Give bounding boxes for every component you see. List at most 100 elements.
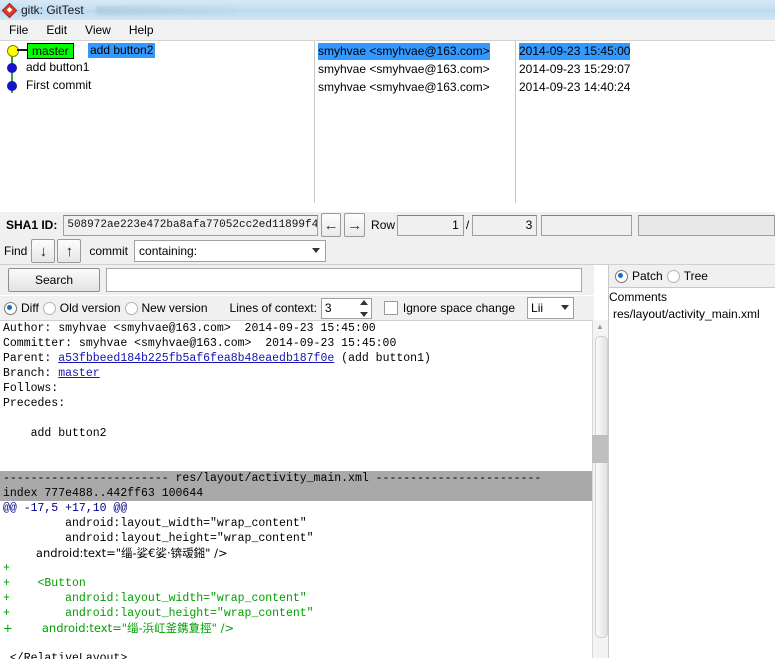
commit-date-2[interactable]: 2014-09-23 14:40:24 [519,79,630,96]
search-input[interactable] [106,268,582,292]
diff-text-view[interactable]: Author: smyhvae <smyhvae@163.com> 2014-0… [0,320,592,659]
radio-new-label: New version [142,301,208,315]
sha1-input[interactable]: 508972ae223e472ba8afa77052cc2ed11899f47b [63,215,318,236]
diff-context-line: android:layout_width="wrap_content" [0,516,592,531]
diff-added-line: + <Button [0,576,592,591]
pane-splitter-handle[interactable] [592,435,608,463]
diff-blank-line [0,636,592,651]
diff-blank-line [0,456,592,471]
chevron-down-icon [561,305,569,310]
search-button[interactable]: Search [8,268,100,292]
arrow-right-icon[interactable]: → [344,213,365,237]
parent-label: Parent: [3,352,58,365]
radio-new-version[interactable]: New version [125,301,208,315]
window-title: gitk: GitTest [21,3,84,17]
commit-message-2[interactable]: First commit [26,78,91,92]
diff-added-line: + android:layout_width="wrap_content" [0,591,592,606]
find-mode-combo[interactable]: containing: [134,240,326,262]
radio-tree[interactable]: Tree [667,269,708,283]
diff-options-row: Diff Old version New version Lines of co… [0,296,594,320]
ignore-space-label: Ignore space change [403,301,515,315]
commit-author-0[interactable]: smyhvae <smyhvae@163.com> [318,43,490,60]
arrow-left-icon[interactable]: ← [321,213,342,237]
diff-branch-line: Branch: master [0,366,592,381]
diff-context-line: android:text="缁-娑€娑·锛叆鎺" /> [0,546,592,561]
graph-node-commit-1 [7,63,17,73]
sha1-label: SHA1 ID: [6,218,57,232]
commit-author-2[interactable]: smyhvae <smyhvae@163.com> [318,79,490,96]
scroll-up-icon[interactable]: ▲ [593,320,607,333]
diff-added-line: + android:text="缁-浜屸釜鎸夐挳" /> [0,621,592,636]
radio-diff-indicator [4,302,17,315]
find-scope-label: commit [89,244,128,258]
sha-extra-field[interactable] [541,215,632,236]
chevron-down-icon [312,248,320,253]
menu-view[interactable]: View [76,22,120,38]
stepper-arrows-icon[interactable] [358,300,370,317]
commit-author-1[interactable]: smyhvae <smyhvae@163.com> [318,61,490,78]
radio-tree-indicator [667,270,680,283]
column-separator-1[interactable] [314,41,315,203]
radio-diff[interactable]: Diff [4,301,39,315]
commit-author-column[interactable]: smyhvae <smyhvae@163.com> smyhvae <smyhv… [316,41,514,203]
radio-patch[interactable]: Patch [615,269,663,283]
diff-added-line: + [0,561,592,576]
diff-header-line: Author: smyhvae <smyhvae@163.com> 2014-0… [0,321,592,336]
diff-blank-line [0,411,592,426]
menu-bar: File Edit View Help [0,20,775,41]
commit-list-pane[interactable]: master add button2 add button1 First com… [0,41,775,203]
right-panel-divider [609,287,775,288]
row-separator: / [466,218,469,232]
file-list[interactable]: Comments res/layout/activity_main.xml [609,287,775,660]
diff-added-line: + android:layout_height="wrap_content" [0,606,592,621]
column-separator-2[interactable] [515,41,516,203]
graph-node-head [7,45,19,57]
diff-parent-line: Parent: a53fbbeed184b225fb5af6fea8b48eae… [0,351,592,366]
commit-message-1[interactable]: add button1 [26,60,89,74]
menu-edit[interactable]: Edit [37,22,76,38]
branch-label: Branch: [3,367,58,380]
diff-commit-message: add button2 [0,426,592,441]
diff-header-line: Committer: smyhvae <smyhvae@163.com> 201… [0,336,592,351]
arrow-up-icon[interactable]: ↑ [57,239,81,263]
diff-follows-line: Follows: [0,381,592,396]
menu-help[interactable]: Help [120,22,163,38]
context-lines-label: Lines of context: [230,301,317,315]
find-bar: Find ↓ ↑ commit containing: [0,238,775,264]
radio-diff-label: Diff [21,301,39,315]
gitk-diamond-icon [3,4,16,17]
file-item-comments[interactable]: Comments [609,290,667,304]
line-diff-value: Lii [531,301,543,315]
ignore-space-checkbox[interactable]: Ignore space change [384,301,515,315]
search-row: Search [0,265,594,295]
menu-file[interactable]: File [0,22,37,38]
radio-old-version[interactable]: Old version [43,301,121,315]
radio-old-label: Old version [60,301,121,315]
commit-graph-column[interactable]: master add button2 add button1 First com… [0,41,313,203]
checkbox-indicator [384,301,398,315]
sha1-bar: SHA1 ID: 508972ae223e472ba8afa77052cc2ed… [0,212,775,238]
commit-date-0[interactable]: 2014-09-23 15:45:00 [519,43,630,60]
row-current-field[interactable]: 1 [397,215,464,236]
radio-old-indicator [43,302,56,315]
commit-date-column[interactable]: 2014-09-23 15:45:00 2014-09-23 15:29:07 … [517,41,775,203]
file-item-activity-main-xml[interactable]: res/layout/activity_main.xml [609,306,775,323]
line-diff-combo[interactable]: Lii [527,297,574,319]
arrow-down-icon[interactable]: ↓ [31,239,55,263]
diff-blank-line [0,441,592,456]
branch-link[interactable]: master [58,367,99,380]
context-lines-stepper[interactable]: 3 [321,298,372,319]
title-bar: gitk: GitTest [0,0,775,21]
diff-precedes-line: Precedes: [0,396,592,411]
radio-patch-indicator [615,270,628,283]
gitk-window: gitk: GitTest File Edit View Help master… [0,0,775,658]
list-item[interactable]: Comments [609,289,775,306]
find-label: Find [4,244,27,258]
ref-tag-master[interactable]: master [27,43,74,59]
commit-message-0[interactable]: add button2 [88,43,155,58]
row-label: Row [371,218,395,232]
scrollbar-thumb[interactable] [595,336,608,638]
parent-suffix: (add button1) [334,352,431,365]
commit-date-1[interactable]: 2014-09-23 15:29:07 [519,61,630,78]
parent-sha-link[interactable]: a53fbbeed184b225fb5af6fea8b48eaedb187f0e [58,352,334,365]
